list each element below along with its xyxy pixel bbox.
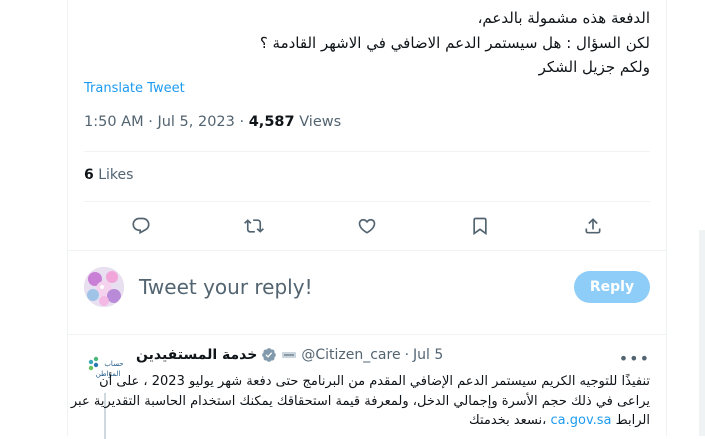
verified-badge-icon — [262, 348, 277, 362]
translate-tweet-link[interactable]: Translate Tweet — [84, 81, 185, 96]
more-options-icon[interactable]: ••• — [619, 349, 650, 368]
reply-tweet-body: تنفيذًا للتوجيه الكريم سيستمر الدعم الإض… — [70, 372, 650, 431]
reply-line: يراعى في ذلك حجم الأسرة وإجمالي الدخل، و… — [70, 393, 650, 409]
views-label: Views — [299, 114, 342, 130]
link[interactable]: ca.gov.sa — [551, 413, 612, 428]
svg-text:حساب: حساب — [104, 360, 123, 368]
comment-icon — [132, 217, 150, 235]
likes-count: 6 — [84, 167, 94, 183]
meta-separator: · — [239, 114, 249, 130]
tweet-meta: 1:50 AM · Jul 5, 2023 · 4,587 Views — [84, 114, 341, 130]
reply-line: تنفيذًا للتوجيه الكريم سيستمر الدعم الإض… — [99, 374, 650, 389]
reply-input[interactable]: Tweet your reply! — [139, 275, 313, 299]
affiliate-logo-icon — [282, 352, 297, 358]
avatar[interactable] — [84, 267, 124, 307]
reply-line: الرابط — [615, 413, 650, 428]
retweet-action-button[interactable] — [237, 209, 271, 243]
reply-date[interactable]: Jul 5 — [413, 347, 443, 363]
views-count: 4,587 — [248, 114, 295, 130]
bookmark-icon — [473, 217, 487, 236]
tweet-line: لكن السؤال : هل سيستمر الدعم الاضافي في … — [259, 33, 650, 52]
tweet-line: الدفعة هذه مشمولة بالدعم، — [477, 9, 650, 27]
reply-line-tail: ،نسعد بخدمتك — [469, 413, 547, 428]
reply-line-last: الرابط ca.gov.sa ،نسعد بخدمتك — [130, 411, 650, 431]
handle[interactable]: @Citizen_care — [301, 347, 400, 363]
share-icon — [585, 218, 601, 234]
likes-label: Likes — [98, 167, 134, 183]
tweet-body: الدفعة هذه مشمولة بالدعم، لكن السؤال : ه… — [90, 6, 650, 80]
reply-tweet[interactable]: حساب المواطن خدمة المستفيدين @Citizen_ca… — [68, 334, 666, 439]
reply-composer: Tweet your reply! Reply — [68, 250, 666, 335]
bookmark-action-button[interactable] — [463, 209, 497, 243]
divider — [84, 201, 650, 202]
retweet-icon — [243, 219, 264, 233]
reply-action-button[interactable] — [124, 209, 158, 243]
like-action-button[interactable] — [350, 209, 384, 243]
tweet-line: ولكم جزيل الشكر — [538, 58, 650, 76]
user-avatar-icon — [84, 267, 124, 307]
divider — [84, 151, 650, 152]
tweet-time[interactable]: 1:50 AM — [84, 114, 144, 130]
likes-link[interactable]: 6 Likes — [84, 167, 133, 183]
tweet-column: الدفعة هذه مشمولة بالدعم، لكن السؤال : ه… — [67, 0, 667, 439]
page-scroll-gutter — [699, 230, 705, 436]
tweet-date[interactable]: Jul 5, 2023 — [157, 114, 234, 130]
share-action-button[interactable] — [576, 209, 610, 243]
tweet-actions-bar — [84, 208, 650, 244]
display-name[interactable]: خدمة المستفيدين — [136, 347, 257, 363]
meta-separator: · — [404, 347, 410, 363]
heart-icon — [358, 218, 376, 234]
reply-tweet-header: خدمة المستفيدين @Citizen_care · Jul 5 — [136, 347, 443, 363]
reply-button[interactable]: Reply — [574, 271, 650, 303]
